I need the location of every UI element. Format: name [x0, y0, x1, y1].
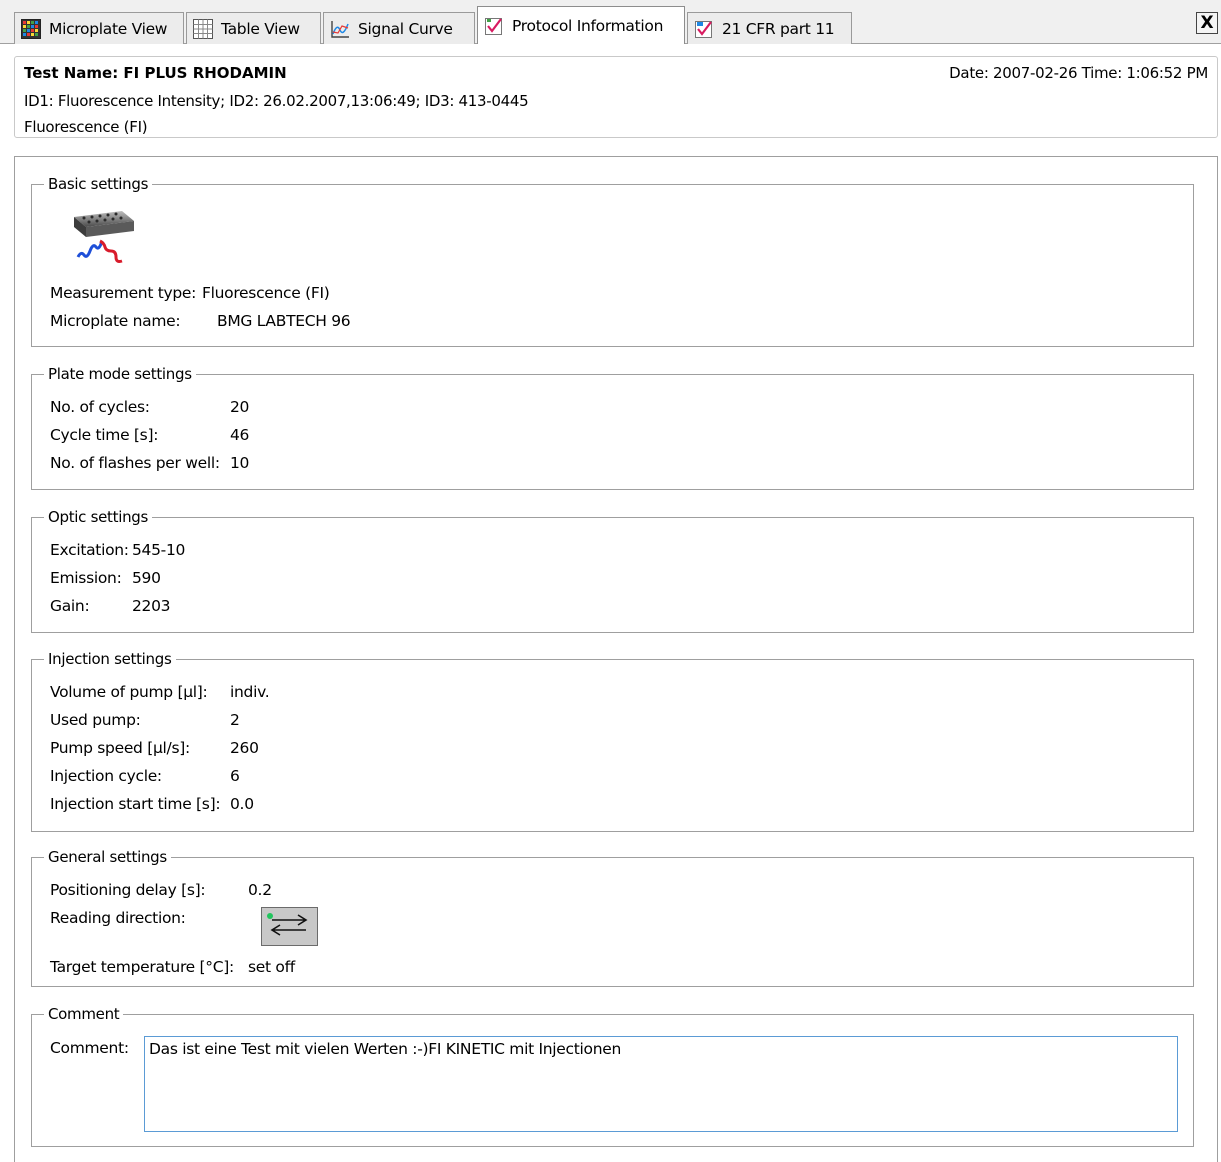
tab-signal-curve[interactable]: Signal Curve [323, 12, 475, 44]
positioning-delay-label: Positioning delay [s]: [50, 881, 206, 899]
tab-table-view[interactable]: Table View [186, 12, 321, 44]
cycles-label: No. of cycles: [50, 398, 150, 416]
pump-volume-value: indiv. [230, 683, 270, 701]
flashes-value: 10 [230, 454, 250, 472]
table-icon [193, 18, 213, 39]
group-legend: General settings [44, 847, 171, 867]
measurement-type-label: Measurement type: [50, 284, 197, 302]
plate-mode-settings-group: Plate mode settings No. of cycles: 20 Cy… [31, 364, 1194, 490]
protocol-content: Basic settings Measurement type: Fluores… [14, 156, 1218, 1162]
excitation-label: Excitation: [50, 541, 129, 559]
tab-label: Protocol Information [512, 16, 664, 35]
excitation-value: 545-10 [132, 541, 186, 559]
pump-speed-label: Pump speed [µl/s]: [50, 739, 190, 757]
emission-label: Emission: [50, 569, 122, 587]
reading-direction-label: Reading direction: [50, 909, 186, 927]
comment-group: Comment Comment: Das ist eine Test mit v… [31, 1004, 1194, 1147]
emission-value: 590 [132, 569, 161, 587]
group-legend: Optic settings [44, 507, 153, 527]
general-settings-group: General settings Positioning delay [s]: … [31, 847, 1194, 987]
injection-settings-group: Injection settings Volume of pump [µl]: … [31, 649, 1194, 832]
cycle-time-label: Cycle time [s]: [50, 426, 159, 444]
tab-protocol-information[interactable]: Protocol Information [477, 6, 685, 44]
reading-direction-icon [261, 907, 318, 946]
injection-start-value: 0.0 [230, 795, 254, 813]
microplate-name-value: BMG LABTECH 96 [217, 312, 351, 330]
test-name: Test Name: FI PLUS RHODAMIN [24, 64, 287, 82]
microplate-name-label: Microplate name: [50, 312, 181, 330]
used-pump-value: 2 [230, 711, 240, 729]
comment-field[interactable]: Das ist eine Test mit vielen Werten :-)F… [144, 1036, 1178, 1132]
close-button[interactable]: X [1196, 12, 1218, 34]
group-legend: Comment [44, 1004, 124, 1024]
test-mode: Fluorescence (FI) [24, 118, 148, 136]
target-temperature-label: Target temperature [°C]: [50, 958, 234, 976]
used-pump-label: Used pump: [50, 711, 141, 729]
comment-label: Comment: [50, 1039, 129, 1057]
tab-label: Table View [221, 19, 300, 38]
flashes-label: No. of flashes per well: [50, 454, 220, 472]
group-legend: Injection settings [44, 649, 176, 669]
test-date-time: Date: 2007-02-26 Time: 1:06:52 PM [949, 64, 1208, 82]
optic-settings-group: Optic settings Excitation: 545-10 Emissi… [31, 507, 1194, 633]
signal-curve-icon [331, 20, 349, 38]
close-icon: X [1200, 12, 1214, 33]
cycle-time-value: 46 [230, 426, 250, 444]
microplate-grid-icon [21, 18, 41, 39]
injection-start-label: Injection start time [s]: [50, 795, 221, 813]
group-legend: Plate mode settings [44, 364, 196, 384]
cfr-check-icon [695, 20, 712, 38]
positioning-delay-value: 0.2 [248, 881, 272, 899]
basic-settings-group: Basic settings Measurement type: Fluores… [31, 174, 1194, 347]
gain-label: Gain: [50, 597, 90, 615]
gain-value: 2203 [132, 597, 171, 615]
test-header: Test Name: FI PLUS RHODAMIN Date: 2007-0… [14, 56, 1218, 138]
test-ids: ID1: Fluorescence Intensity; ID2: 26.02.… [24, 92, 529, 110]
cycles-value: 20 [230, 398, 250, 416]
tab-bar: Microplate View Table View Signal Curve … [0, 0, 1221, 44]
tab-21-cfr-part-11[interactable]: 21 CFR part 11 [687, 12, 852, 44]
fluorescence-plate-icon [74, 211, 134, 263]
injection-cycle-value: 6 [230, 767, 240, 785]
tab-label: Microplate View [49, 19, 168, 38]
measurement-type-value: Fluorescence (FI) [202, 284, 330, 302]
pump-volume-label: Volume of pump [µl]: [50, 683, 208, 701]
pump-speed-value: 260 [230, 739, 259, 757]
tab-microplate-view[interactable]: Microplate View [14, 12, 184, 44]
tab-label: 21 CFR part 11 [722, 19, 835, 38]
tab-label: Signal Curve [358, 19, 453, 38]
injection-cycle-label: Injection cycle: [50, 767, 162, 785]
group-legend: Basic settings [44, 174, 153, 194]
target-temperature-value: set off [248, 958, 295, 976]
protocol-check-icon [485, 17, 502, 35]
